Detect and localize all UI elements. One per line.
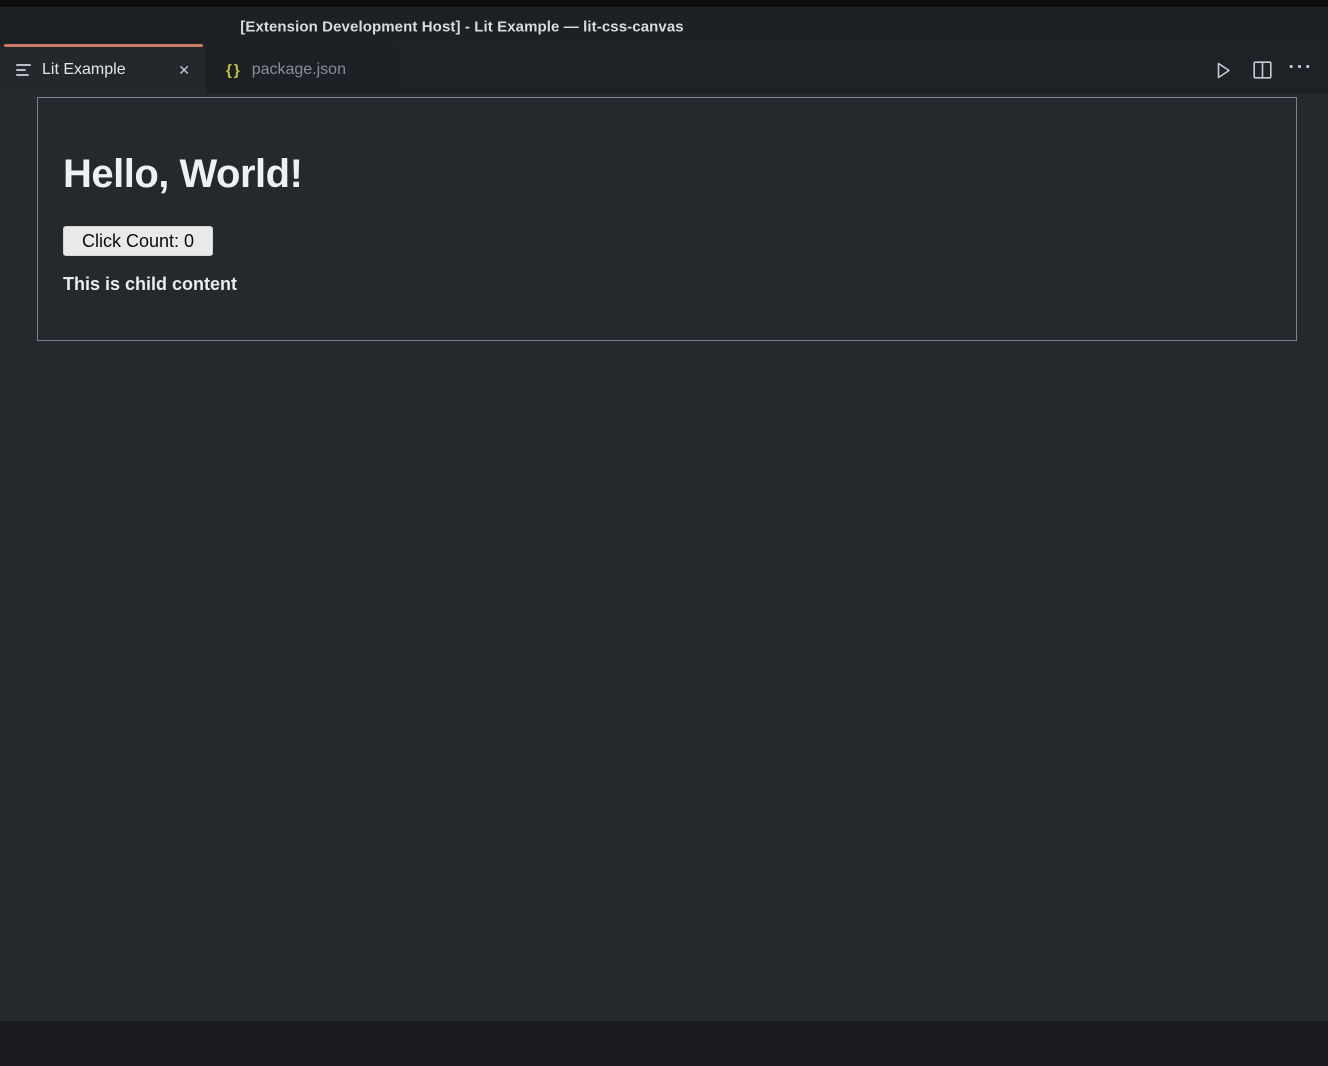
tab-lit-example[interactable]: Lit Example ✕ bbox=[0, 46, 206, 94]
child-content-text: This is child content bbox=[63, 275, 237, 293]
webview-lines-icon bbox=[16, 64, 32, 76]
vscode-extension-host-window: [Extension Development Host] - Lit Examp… bbox=[0, 0, 1328, 1066]
editor-tab-bar: Lit Example ✕ {} package.json ··· bbox=[0, 46, 1328, 94]
lit-element-container: Hello, World! Click Count: 0 This is chi… bbox=[37, 97, 1297, 341]
webview-panel: Hello, World! Click Count: 0 This is chi… bbox=[0, 94, 1328, 1021]
editor-actions: ··· bbox=[1212, 46, 1328, 94]
play-icon[interactable] bbox=[1212, 59, 1234, 81]
titlebar: [Extension Development Host] - Lit Examp… bbox=[0, 7, 1328, 46]
window-title: [Extension Development Host] - Lit Examp… bbox=[240, 18, 684, 35]
ellipsis-icon[interactable]: ··· bbox=[1290, 59, 1312, 81]
click-count-button[interactable]: Click Count: 0 bbox=[63, 226, 213, 256]
tab-label-lit-example: Lit Example bbox=[42, 61, 126, 79]
tab-label-package-json: package.json bbox=[252, 61, 346, 79]
bottom-strip bbox=[0, 1021, 1328, 1066]
json-braces-icon: {} bbox=[226, 63, 242, 78]
active-tab-indicator bbox=[4, 44, 203, 47]
close-icon[interactable]: ✕ bbox=[176, 61, 192, 79]
hello-world-heading: Hello, World! bbox=[63, 154, 302, 194]
split-editor-icon[interactable] bbox=[1251, 59, 1273, 81]
tab-package-json[interactable]: {} package.json bbox=[206, 46, 394, 94]
ellipsis-glyph: ··· bbox=[1289, 58, 1314, 77]
